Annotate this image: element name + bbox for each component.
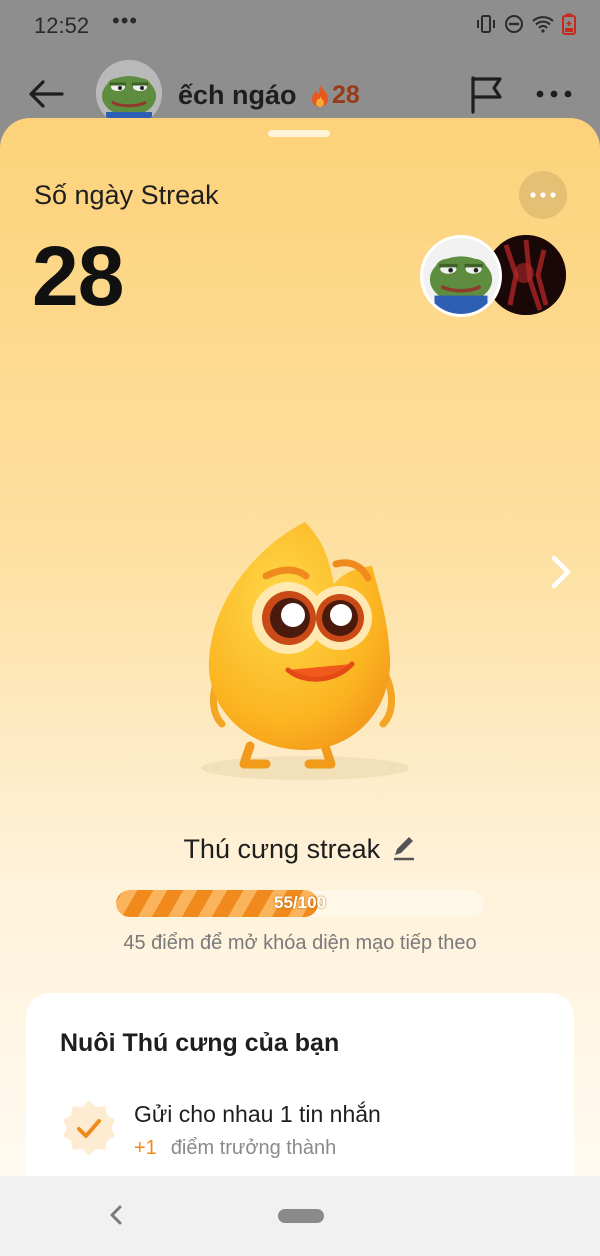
points-label: điểm trưởng thành	[170, 1137, 337, 1159]
screen: 12:52 ••• ếch ngáo 28 Số ngày Streak 28 …	[0, 0, 600, 1256]
participants-avatars	[420, 235, 568, 317]
streak-title: Số ngày Streak	[34, 180, 219, 210]
drag-handle[interactable]	[268, 130, 330, 137]
streak-count: 28	[332, 81, 360, 109]
pet-name-row: Thú cưng streak	[0, 834, 600, 865]
pet-name: Thú cưng streak	[183, 834, 381, 864]
more-options-button[interactable]	[532, 76, 576, 112]
progress-caption: 45 điểm để mở khóa diện mạo tiếp theo	[123, 932, 477, 954]
nav-back-icon	[110, 1205, 122, 1225]
next-pet-button[interactable]	[546, 552, 574, 592]
card-title: Nuôi Thú cưng của bạn	[60, 1029, 340, 1057]
back-arrow-icon	[29, 80, 64, 108]
check-badge-icon	[63, 1101, 115, 1155]
streak-pet-mascot[interactable]	[190, 514, 420, 794]
status-time: 12:52	[34, 13, 90, 38]
task-label: Gửi cho nhau 1 tin nhắn	[134, 1101, 381, 1127]
contact-name: ếch ngáo	[178, 80, 297, 110]
growth-progress-bar: 55/100	[116, 890, 484, 917]
progress-label: 55/100	[274, 893, 326, 912]
status-icons	[476, 12, 576, 36]
flag-icon	[471, 76, 502, 114]
contact-avatar[interactable]	[96, 60, 162, 126]
more-icon	[536, 90, 572, 98]
frog-avatar-image	[423, 238, 499, 314]
system-nav-bar	[0, 1176, 600, 1256]
sheet-more-button[interactable]	[519, 171, 567, 219]
vibrate-icon	[477, 15, 495, 33]
battery-icon	[562, 13, 576, 35]
task-points: +1 điểm trưởng thành	[134, 1137, 336, 1160]
nav-back-button[interactable]	[104, 1202, 128, 1228]
status-notifications-icon: •••	[112, 8, 139, 33]
report-button[interactable]	[468, 74, 506, 114]
points-value: +1	[134, 1137, 157, 1159]
feed-pet-card: Nuôi Thú cưng của bạn Gửi cho nhau 1 tin…	[26, 993, 574, 1176]
fire-icon	[312, 84, 328, 107]
wifi-icon	[532, 16, 554, 33]
back-button[interactable]	[24, 74, 68, 114]
edit-pencil-icon[interactable]	[391, 835, 417, 861]
avatar	[420, 235, 502, 317]
more-icon	[530, 192, 556, 198]
streak-days-number: 28	[32, 229, 124, 323]
streak-sheet: Số ngày Streak 28 Thú cưng streak 55/100…	[0, 118, 600, 1176]
status-bar: 12:52 •••	[0, 0, 600, 50]
nav-home-pill[interactable]	[278, 1209, 324, 1223]
frog-avatar-image	[96, 60, 162, 126]
chevron-right-icon	[551, 555, 571, 589]
dnd-icon	[505, 15, 523, 33]
streak-badge[interactable]: 28	[310, 81, 360, 110]
